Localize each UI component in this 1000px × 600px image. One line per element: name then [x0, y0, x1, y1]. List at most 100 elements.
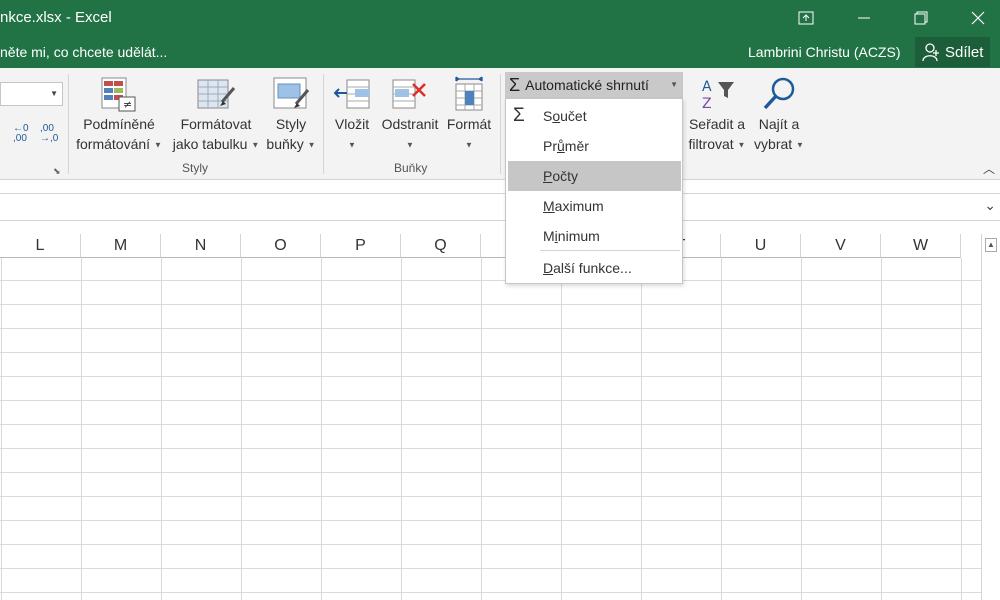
format-cells-label: Formát — [446, 116, 492, 132]
column-header[interactable]: O — [241, 234, 321, 258]
menu-item-sum[interactable]: Σ Součet — [506, 101, 682, 131]
svg-text:Z: Z — [702, 96, 712, 112]
conditional-formatting-line1: Podmíněné — [83, 116, 155, 132]
menu-item-count-accesskey: P — [543, 168, 553, 184]
column-header[interactable]: V — [801, 234, 881, 258]
group-separator — [68, 74, 69, 174]
caret-down-icon: ▼ — [406, 140, 414, 150]
insert-cells-label: Vložit — [334, 116, 370, 132]
menu-item-more-functions[interactable]: Další funkce... — [506, 253, 682, 283]
caret-down-icon: ▼ — [251, 140, 260, 150]
number-format-select[interactable]: ▼ — [0, 82, 63, 106]
caret-down-icon: ▼ — [796, 140, 804, 150]
find-select-line2: vybrat — [754, 136, 793, 152]
delete-cells-button[interactable]: Odstranit ▼ — [378, 76, 442, 155]
share-button[interactable]: Sdílet — [915, 37, 990, 67]
cell-styles-line1: Styly — [275, 116, 307, 132]
autosum-label: Automatické shrnutí — [525, 77, 649, 93]
restore-icon — [914, 11, 928, 25]
column-header[interactable]: W — [881, 234, 961, 258]
menu-item-max-accesskey: M — [543, 198, 555, 214]
menu-item-more-accesskey: D — [543, 260, 554, 276]
conditional-formatting-line2: formátování — [76, 136, 151, 152]
menu-item-average-accesskey: ů — [557, 138, 565, 154]
menu-item-count-suffix: očty — [552, 168, 579, 184]
format-as-table-line2: jako tabulku — [172, 136, 248, 152]
autosum-button[interactable]: Σ Automatické shrnutí ▼ — [505, 72, 683, 98]
sigma-icon: Σ — [509, 74, 521, 95]
menu-item-min-suffix: nimum — [557, 228, 600, 244]
conditional-formatting-button[interactable]: ≠ Podmíněné formátování ▼ — [72, 76, 166, 155]
column-header[interactable]: Q — [401, 234, 481, 258]
increase-decimal-bottom: ,00 — [13, 133, 27, 144]
sort-filter-line1: Seřadit a — [688, 116, 746, 132]
format-cells-icon — [455, 76, 483, 111]
increase-decimal-button[interactable]: ←0 ,00 — [13, 124, 29, 144]
cell-grid[interactable] — [0, 258, 981, 600]
format-as-table-line1: Formátovat — [180, 116, 252, 132]
menu-item-min[interactable]: Minimum — [506, 221, 682, 251]
decrease-decimal-button[interactable]: ,00 →,0 — [40, 124, 58, 144]
magnifier-icon — [763, 77, 795, 110]
format-as-table-icon — [197, 79, 236, 109]
column-header[interactable]: N — [161, 234, 241, 258]
column-header[interactable]: M — [81, 234, 161, 258]
restore-button[interactable] — [898, 0, 944, 36]
column-header[interactable]: L — [0, 234, 81, 258]
format-as-table-button[interactable]: Formátovat jako tabulku ▼ — [168, 76, 264, 155]
share-label: Sdílet — [945, 43, 984, 61]
scroll-up-icon[interactable]: ▲ — [985, 238, 997, 252]
title-bar: nkce.xlsx - Excel — [0, 0, 1000, 36]
find-select-line1: Najít a — [758, 116, 800, 132]
share-person-icon — [922, 43, 939, 62]
menu-item-average[interactable]: Průměr — [506, 131, 682, 161]
column-header[interactable]: U — [721, 234, 801, 258]
menu-item-max[interactable]: Maximum — [506, 191, 682, 221]
menu-item-max-suffix: aximum — [554, 198, 604, 214]
insert-cells-icon — [333, 79, 370, 109]
menu-item-sum-suffix: učet — [560, 108, 587, 124]
menu-item-sum-prefix: S — [543, 108, 553, 124]
vertical-scrollbar[interactable]: ▲ — [981, 234, 1000, 600]
ribbon-display-icon — [798, 11, 814, 25]
minimize-button[interactable] — [841, 0, 887, 36]
menu-item-sum-accesskey: o — [552, 108, 561, 124]
formula-bar[interactable]: ⌄ — [0, 193, 1000, 221]
sort-filter-icon: A Z — [702, 79, 734, 112]
user-name[interactable]: Lambrini Christu (ACZS) — [748, 44, 900, 60]
ribbon: ▼ ←0 ,00 ,00 →,0 ⬊ ≠ Podmíněné formátová… — [0, 68, 1000, 180]
menu-item-count[interactable]: Počty — [508, 161, 681, 191]
caret-down-icon: ▼ — [670, 80, 678, 89]
find-select-button[interactable]: Najít a vybrat ▼ — [752, 76, 806, 155]
conditional-formatting-icon: ≠ — [101, 77, 136, 112]
collapse-ribbon-icon[interactable]: ︿ — [983, 160, 995, 177]
sort-filter-button[interactable]: A Z Seřadit a filtrovat ▼ — [684, 76, 750, 155]
delete-cells-icon — [392, 79, 426, 109]
number-group-launcher-icon[interactable]: ⬊ — [53, 166, 61, 177]
menu-item-min-prefix: M — [543, 228, 555, 244]
menu-item-average-prefix: Pr — [543, 138, 557, 154]
decrease-decimal-bottom: →,0 — [40, 133, 59, 144]
svg-text:A: A — [702, 79, 712, 95]
cell-styles-icon — [273, 77, 310, 109]
delete-cells-label: Odstranit — [381, 116, 439, 132]
caret-down-icon: ▼ — [348, 140, 356, 150]
insert-cells-button[interactable]: Vložit ▼ — [330, 76, 374, 155]
column-header[interactable]: P — [321, 234, 401, 258]
cell-styles-line2: buňky — [266, 136, 304, 152]
close-button[interactable] — [955, 0, 1000, 36]
cell-styles-button[interactable]: Styly buňky ▼ — [266, 76, 316, 155]
menu-item-more-suffix: alší funkce... — [553, 260, 632, 276]
window-title: nkce.xlsx - Excel — [0, 9, 112, 26]
expand-formula-bar-icon[interactable]: ⌄ — [984, 197, 996, 214]
ribbon-display-options-button[interactable] — [783, 0, 829, 36]
menu-item-average-suffix: měr — [564, 138, 589, 154]
caret-down-icon: ▼ — [465, 140, 473, 150]
menu-separator — [540, 250, 680, 251]
close-icon — [971, 11, 985, 25]
cells-group-label: Buňky — [394, 161, 428, 175]
tell-me-input[interactable]: něte mi, co chcete udělát... — [0, 44, 167, 60]
format-cells-button[interactable]: Formát ▼ — [444, 76, 494, 155]
sort-filter-line2: filtrovat — [688, 136, 734, 152]
sigma-icon: Σ — [513, 105, 525, 126]
